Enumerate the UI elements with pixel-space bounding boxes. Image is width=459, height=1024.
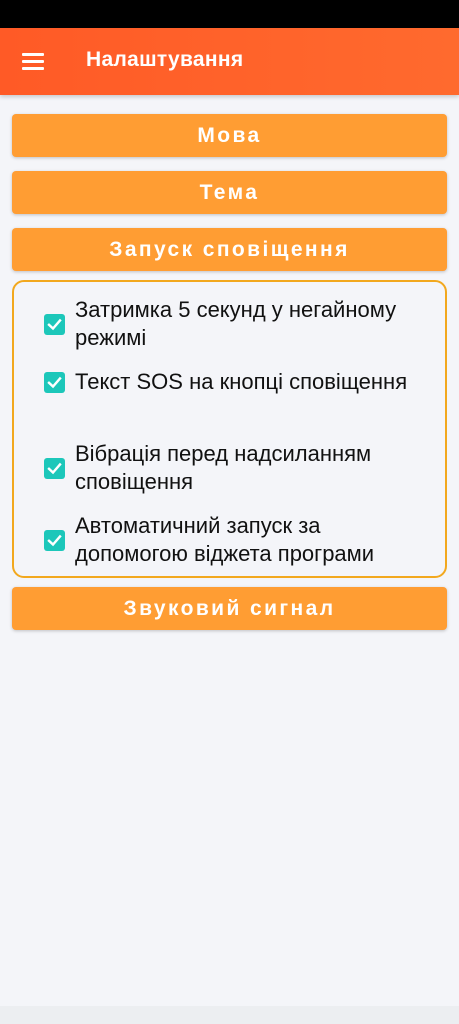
alert-launch-options-panel: Затримка 5 секунд у негайному режимі Тек… [12, 280, 447, 578]
checkbox-checked-icon[interactable] [44, 457, 65, 479]
option-label: Вібрація перед надсиланням сповіщення [75, 441, 372, 494]
theme-button[interactable]: Тема [12, 171, 447, 214]
option-label: Текст SOS на кнопці сповіщення [75, 369, 408, 394]
option-widget-launch[interactable]: Автоматичний запуск за допомогою віджета… [44, 512, 424, 568]
checkbox-checked-icon[interactable] [44, 371, 65, 393]
language-button[interactable]: Мова [12, 114, 447, 157]
option-vibration[interactable]: Вібрація перед надсиланням сповіщення [44, 440, 424, 496]
status-bar [0, 0, 459, 28]
navigation-bar-area [0, 1006, 459, 1024]
page-title: Налаштування [86, 48, 244, 71]
checkbox-checked-icon[interactable] [44, 313, 65, 335]
app-bar: Налаштування [0, 28, 459, 95]
hamburger-menu-icon[interactable] [22, 52, 46, 70]
alert-launch-button[interactable]: Запуск сповіщення [12, 228, 447, 271]
sound-signal-button[interactable]: Звуковий сигнал [12, 587, 447, 630]
option-label: Автоматичний запуск за допомогою віджета… [75, 513, 375, 566]
option-delay-5-seconds[interactable]: Затримка 5 секунд у негайному режимі [44, 296, 424, 352]
checkbox-checked-icon[interactable] [44, 529, 65, 551]
option-sos-text[interactable]: Текст SOS на кнопці сповіщення [44, 368, 424, 396]
option-label: Затримка 5 секунд у негайному режимі [75, 297, 397, 350]
